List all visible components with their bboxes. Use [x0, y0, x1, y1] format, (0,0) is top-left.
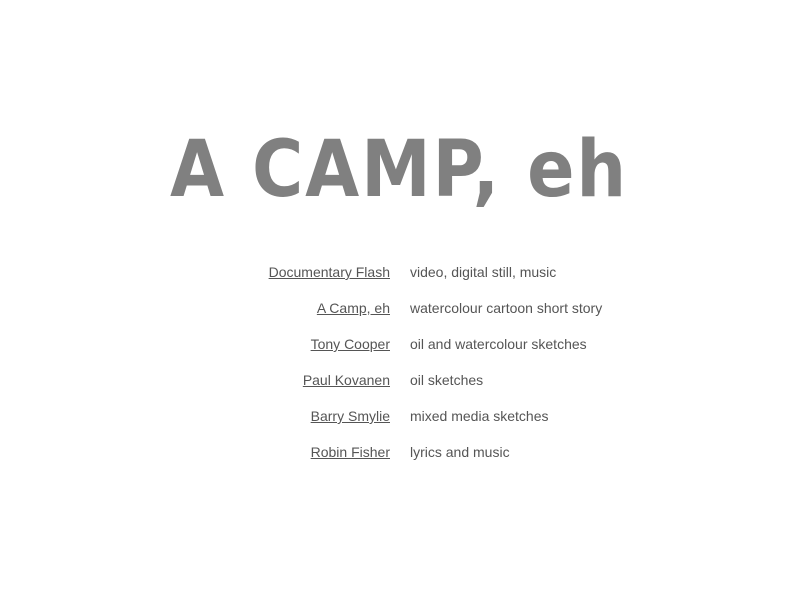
link-description: video, digital still, music — [410, 264, 557, 280]
link-tony-cooper[interactable]: Tony Cooper — [311, 335, 390, 353]
link-a-camp-eh[interactable]: A Camp, eh — [317, 299, 390, 317]
page: A CAMP, eh Documentary Flash video, digi… — [0, 0, 800, 600]
list-item: Tony Cooper oil and watercolour sketches — [0, 335, 800, 371]
link-description: mixed media sketches — [410, 408, 549, 424]
site-logo: A CAMP, eh — [168, 118, 632, 210]
logo-title: A CAMP, eh — [170, 125, 628, 210]
list-item: Robin Fisher lyrics and music — [0, 443, 800, 479]
link-barry-smylie[interactable]: Barry Smylie — [311, 407, 390, 425]
list-item: Barry Smylie mixed media sketches — [0, 407, 800, 443]
list-item: Paul Kovanen oil sketches — [0, 371, 800, 407]
list-item: Documentary Flash video, digital still, … — [0, 263, 800, 299]
link-documentary-flash[interactable]: Documentary Flash — [269, 263, 390, 281]
link-robin-fisher[interactable]: Robin Fisher — [311, 443, 390, 461]
link-paul-kovanen[interactable]: Paul Kovanen — [303, 371, 390, 389]
link-description: oil and watercolour sketches — [410, 336, 587, 352]
link-list: Documentary Flash video, digital still, … — [0, 263, 800, 479]
link-description: oil sketches — [410, 372, 484, 388]
link-description: lyrics and music — [410, 444, 510, 460]
link-description: watercolour cartoon short story — [410, 300, 603, 316]
list-item: A Camp, eh watercolour cartoon short sto… — [0, 299, 800, 335]
logo-graphic: A CAMP, eh — [170, 125, 628, 210]
